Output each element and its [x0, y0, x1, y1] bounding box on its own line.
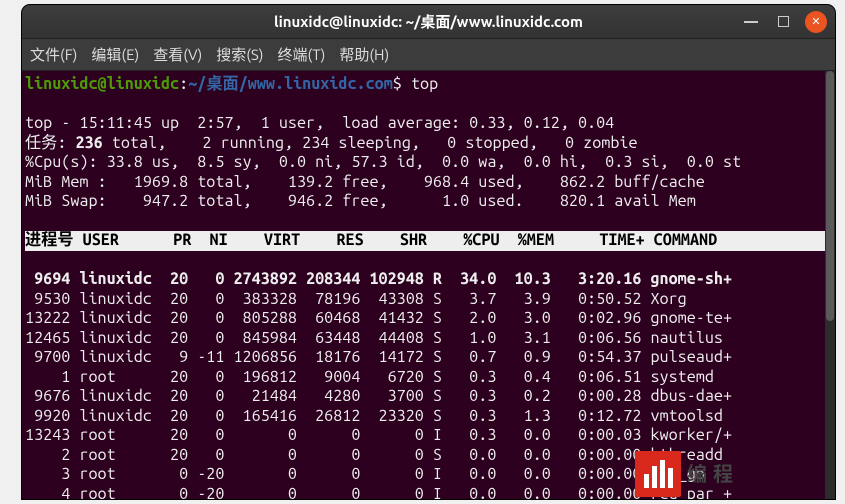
minimize-icon — [744, 21, 758, 23]
process-row: 3 root 0 -20 0 0 0 I 0.0 0.0 0:00.00 rcu… — [25, 465, 741, 483]
process-row: 12465 linuxidc 20 0 845984 63448 44408 S… — [25, 329, 741, 347]
scrollbar-thumb[interactable] — [826, 71, 834, 321]
minimize-button[interactable] — [741, 12, 761, 32]
menu-view[interactable]: 查看(V) — [153, 44, 202, 65]
terminal-window: linuxidc@linuxidc: ~/桌面/www.linuxidc.com… — [22, 5, 835, 499]
watermark-logo: 编程 — [635, 449, 790, 499]
logo-icon — [635, 451, 681, 497]
top-swap: MiB Swap: 947.2 total, 946.2 free, 1.0 u… — [25, 192, 696, 210]
scrollbar[interactable] — [825, 71, 835, 499]
process-row: 9676 linuxidc 20 0 21484 4280 3700 S 0.3… — [25, 387, 741, 405]
menubar: 文件(F) 编辑(E) 查看(V) 搜索(S) 终端(T) 帮助(H) — [22, 39, 835, 71]
process-row: 1 root 20 0 196812 9004 6720 S 0.3 0.4 0… — [25, 368, 741, 386]
process-row: 9920 linuxidc 20 0 165416 26812 23320 S … — [25, 407, 741, 425]
process-row: 9700 linuxidc 9 -11 1206856 18176 14172 … — [25, 348, 741, 366]
menu-terminal[interactable]: 终端(T) — [278, 44, 326, 65]
terminal-output[interactable]: linuxidc@linuxidc:~/桌面/www.linuxidc.com$… — [22, 71, 835, 499]
menu-edit[interactable]: 编辑(E) — [91, 44, 139, 65]
menu-help[interactable]: 帮助(H) — [339, 44, 389, 65]
process-header: 进程号 USER PR NI VIRT RES SHR %CPU %MEM TI… — [25, 231, 832, 251]
tasks-rest: total, 2 running, 234 sleeping, 0 stoppe… — [103, 134, 638, 152]
prompt-dollar: $ — [393, 75, 411, 93]
close-button[interactable] — [805, 11, 827, 33]
process-row: 2 root 20 0 0 0 0 S 0.0 0.0 0:00.00 kthr… — [25, 446, 741, 464]
process-row: 4 root 0 -20 0 0 0 I 0.0 0.0 0:00.00 rcu… — [25, 485, 741, 500]
prompt-user-host: linuxidc@linuxidc — [25, 75, 179, 93]
menu-search[interactable]: 搜索(S) — [216, 44, 263, 65]
top-mem: MiB Mem : 1969.8 total, 139.2 free, 968.… — [25, 173, 705, 191]
prompt-command: top — [411, 75, 438, 93]
maximize-icon — [778, 16, 789, 27]
maximize-button[interactable] — [773, 12, 793, 32]
process-row: 9694 linuxidc 20 0 2743892 208344 102948… — [25, 270, 741, 288]
logo-text: 编程 — [687, 464, 739, 484]
process-row: 9530 linuxidc 20 0 383328 78196 43308 S … — [25, 290, 741, 308]
prompt-path: ~/桌面/www.linuxidc.com — [188, 75, 393, 93]
window-controls — [741, 11, 827, 33]
top-cpu: %Cpu(s): 33.8 us, 8.5 sy, 0.0 ni, 57.3 i… — [25, 153, 741, 171]
process-row: 13243 root 20 0 0 0 0 I 0.3 0.0 0:00.03 … — [25, 426, 741, 444]
tasks-label: 任务: — [25, 134, 66, 152]
window-title: linuxidc@linuxidc: ~/桌面/www.linuxidc.com — [274, 11, 583, 32]
tasks-total: 236 — [66, 134, 102, 152]
top-line1: top - 15:11:45 up 2:57, 1 user, load ave… — [25, 114, 614, 132]
process-row: 13222 linuxidc 20 0 805288 60468 41432 S… — [25, 309, 741, 327]
titlebar[interactable]: linuxidc@linuxidc: ~/桌面/www.linuxidc.com — [22, 5, 835, 39]
prompt-colon: : — [179, 75, 188, 93]
menu-file[interactable]: 文件(F) — [30, 44, 77, 65]
